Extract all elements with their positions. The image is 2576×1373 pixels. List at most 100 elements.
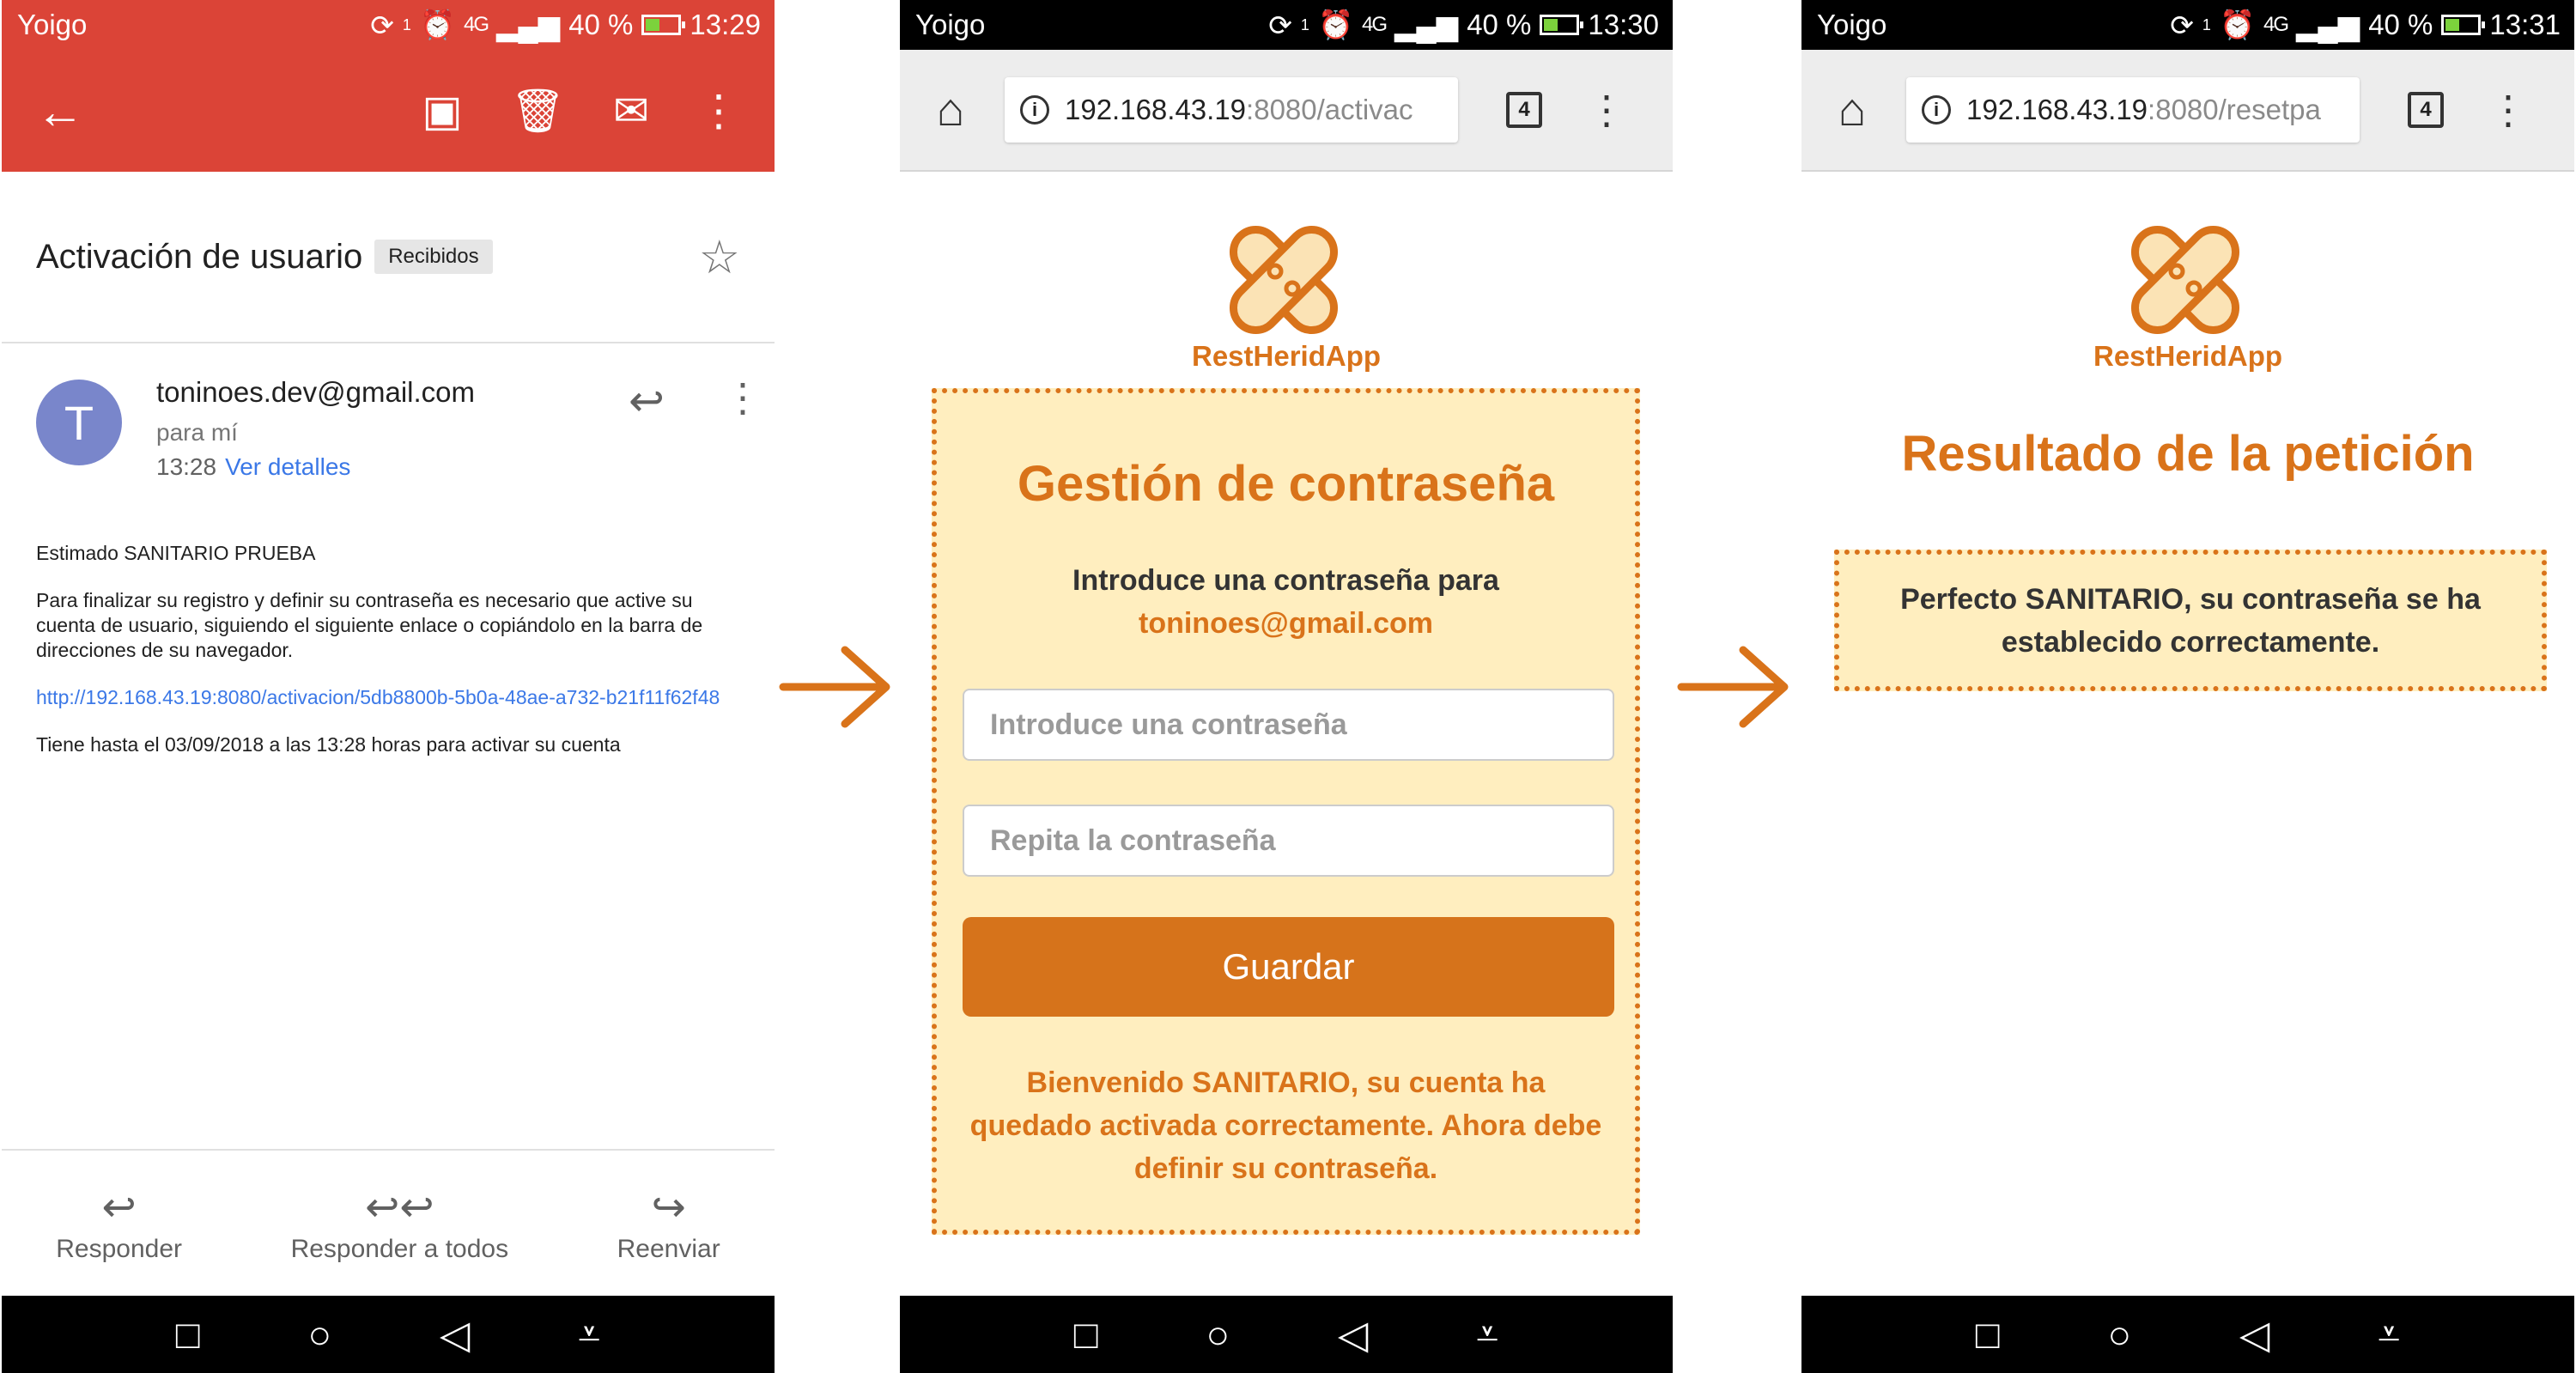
archive-icon[interactable]: ▣ [422,86,462,136]
battery-label: 40 % [1467,9,1532,40]
reply-icon: ↩ [101,1185,137,1230]
forward-button[interactable]: ↪ Reenviar [617,1183,720,1264]
more-options-icon[interactable]: ⋮ [723,374,762,421]
sync-count: 1 [2202,15,2211,33]
network-label: 4G [2263,13,2289,36]
email-subject: Activación de usuario [36,237,363,276]
home-icon[interactable]: ⌂ [1822,83,1882,137]
home-icon[interactable]: ⌂ [920,83,981,137]
battery-icon [641,15,686,35]
email-actions: ↩ Responder ↩↩ Responder a todos ↪ Reenv… [2,1149,775,1297]
reply-all-button[interactable]: ↩↩ Responder a todos [291,1183,509,1264]
repeat-password-input[interactable]: Repita la contraseña [963,805,1614,877]
recents-icon[interactable]: □ [176,1311,200,1358]
result-screen: Yoigo ⟳ 1 ⏰ 4G ▂▄▆ 40 % 13:31 ⌂ i 192.168… [1801,0,2574,1373]
email-paragraph: Para finalizar su registro y definir su … [36,589,703,661]
email-time-row: 13:28 Ver detalles [156,453,350,481]
more-options-icon[interactable]: ⋮ [697,86,740,136]
reply-icon[interactable]: ↩ [629,376,665,426]
info-icon[interactable]: i [1922,95,1951,125]
battery-label: 40 % [2368,9,2433,40]
more-options-icon[interactable]: ⋮ [2488,87,2528,133]
recents-icon[interactable]: □ [1976,1311,2000,1358]
clock: 13:30 [1588,9,1659,40]
home-icon[interactable]: ○ [2107,1311,2131,1358]
notifications-icon[interactable]: ⩡ [1476,1310,1498,1358]
reply-all-label: Responder a todos [290,1235,509,1263]
sync-icon: ⟳ [1268,9,1292,41]
password-screen: Yoigo ⟳ 1 ⏰ 4G ▂▄▆ 40 % 13:30 ⌂ i 192.168… [900,0,1673,1373]
password-card: Gestión de contraseña Introduce una cont… [932,388,1640,1235]
reply-label: Responder [56,1235,183,1263]
signal-icon: ▂▄▆ [1394,9,1459,41]
inbox-label[interactable]: Recibidos [374,240,493,274]
network-label: 4G [464,13,489,36]
back-icon[interactable]: ◁ [2239,1311,2269,1358]
sync-icon: ⟳ [370,9,394,41]
android-nav-bar: □ ○ ◁ ⩡ [2,1296,775,1373]
home-icon[interactable]: ○ [1206,1311,1230,1358]
alarm-icon: ⏰ [1317,8,1354,40]
activation-link[interactable]: http://192.168.43.19:8080/activacion/5db… [36,686,720,708]
signal-icon: ▂▄▆ [2296,9,2360,41]
browser-toolbar: ⌂ i 192.168.43.19:8080/resetpa 4 ⋮ [1801,50,2574,172]
android-nav-bar: □ ○ ◁ ⩡ [900,1296,1673,1373]
back-icon[interactable]: ◁ [1338,1311,1368,1358]
recipient-text: para mí [156,419,238,446]
tab-switcher[interactable]: 4 [1506,92,1542,128]
email-deadline: Tiene hasta el 03/09/2018 a las 13:28 ho… [36,733,621,756]
tab-switcher[interactable]: 4 [2408,92,2444,128]
details-link[interactable]: Ver detalles [225,453,350,480]
sender-email: toninoes.dev@gmail.com [156,376,476,408]
mail-icon[interactable]: ✉ [613,86,649,136]
status-bar: Yoigo ⟳ 1 ⏰ 4G ▂▄▆ 40 % 13:31 [1801,0,2574,50]
password-input[interactable]: Introduce una contraseña [963,689,1614,761]
notifications-icon[interactable]: ⩡ [2378,1310,2400,1358]
url-host: 192.168.43.19 [1065,94,1247,125]
reply-button[interactable]: ↩ Responder [56,1183,182,1264]
sender-row: T toninoes.dev@gmail.com para mí 13:28 Ve… [2,343,775,498]
back-arrow-icon[interactable]: ← [36,83,84,139]
brand-name: RestHeridApp [1191,340,1382,372]
status-bar: Yoigo ⟳ 1 ⏰ 4G ▂▄▆ 40 % 13:29 [2,0,775,50]
sync-count: 1 [402,15,411,33]
delete-icon[interactable]: 🗑 [511,86,565,137]
gmail-screen: Yoigo ⟳ 1 ⏰ 4G ▂▄▆ 40 % 13:29 ← ▣ 🗑 ✉ ⋮ A… [2,0,775,1373]
email-greeting: Estimado SANITARIO PRUEBA [36,542,316,564]
save-button[interactable]: Guardar [963,917,1614,1017]
alarm-icon: ⏰ [419,8,456,40]
arrow-right-icon [1677,646,1789,728]
notifications-icon[interactable]: ⩡ [578,1310,600,1358]
user-email: toninoes@gmail.com [1139,607,1433,640]
recents-icon[interactable]: □ [1074,1311,1098,1358]
status-bar: Yoigo ⟳ 1 ⏰ 4G ▂▄▆ 40 % 13:30 [900,0,1673,50]
intro-text: Introduce una contraseña para toninoes@g… [937,559,1635,645]
result-message: Perfecto SANITARIO, su contraseña se ha … [1834,550,2547,691]
arrow-right-icon [779,646,890,728]
avatar: T [36,380,122,465]
android-nav-bar: □ ○ ◁ ⩡ [1801,1296,2574,1373]
carrier-label: Yoigo [915,9,986,40]
address-bar[interactable]: i 192.168.43.19:8080/activac [1005,77,1458,143]
bandage-logo-icon [2130,225,2240,335]
battery-label: 40 % [568,9,634,40]
page-title: Gestión de contraseña [1017,456,1555,512]
battery-icon [1540,15,1584,35]
forward-label: Reenviar [617,1235,720,1263]
forward-icon: ↪ [651,1185,686,1230]
more-options-icon[interactable]: ⋮ [1587,87,1626,133]
reply-all-icon: ↩↩ [365,1185,434,1230]
back-icon[interactable]: ◁ [440,1311,470,1358]
welcome-message: Bienvenido SANITARIO, su cuenta ha queda… [969,1066,1602,1185]
gmail-toolbar: ← ▣ 🗑 ✉ ⋮ [2,50,775,172]
star-icon[interactable]: ☆ [699,230,740,284]
email-time: 13:28 [156,453,217,480]
url-path: :8080/activac [1246,94,1413,125]
email-subject-row: Activación de usuario Recibidos ☆ [2,172,775,343]
address-bar[interactable]: i 192.168.43.19:8080/resetpa [1906,77,2360,143]
carrier-label: Yoigo [17,9,88,40]
signal-icon: ▂▄▆ [496,9,561,41]
info-icon[interactable]: i [1020,95,1049,125]
sync-icon: ⟳ [2170,9,2194,41]
home-icon[interactable]: ○ [307,1311,331,1358]
